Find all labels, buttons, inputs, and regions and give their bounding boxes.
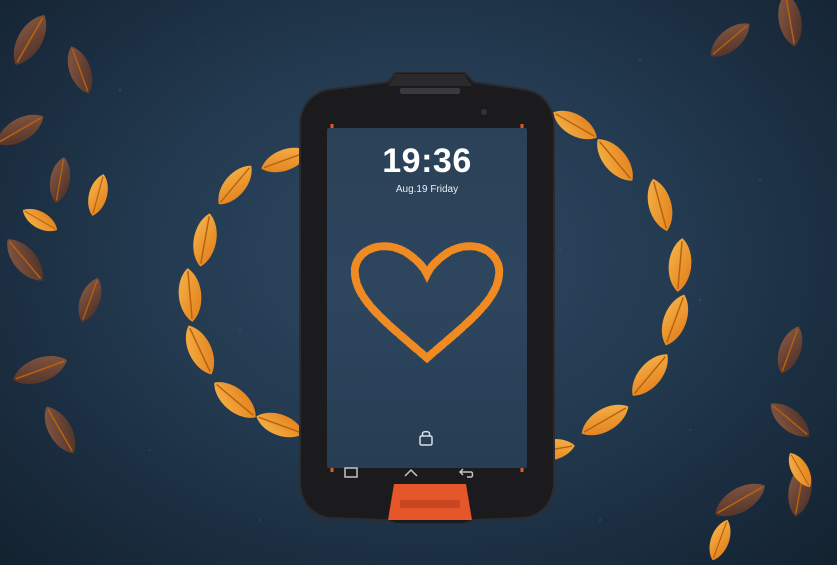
phone-screen: 19:36 Aug.19 Friday <box>327 128 527 468</box>
recent-apps-icon[interactable] <box>344 467 358 478</box>
lockscreen-clock: 19:36 <box>382 142 472 180</box>
back-icon[interactable] <box>458 468 474 478</box>
home-icon[interactable] <box>404 468 418 477</box>
nav-buttons <box>327 462 527 484</box>
photo-scene: 19:36 Aug.19 Friday <box>0 0 837 565</box>
lock-icon[interactable] <box>417 428 435 446</box>
lockscreen-date: Aug.19 Friday <box>395 184 459 195</box>
